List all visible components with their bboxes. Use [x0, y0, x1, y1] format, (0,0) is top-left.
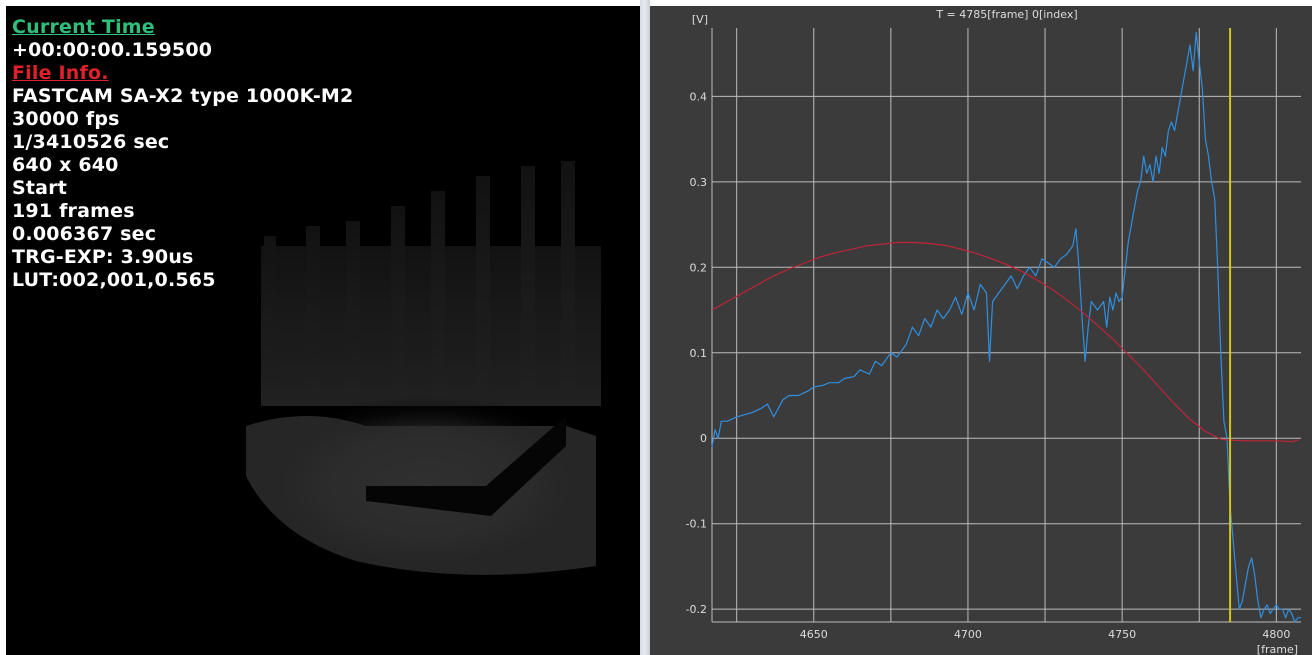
series-line-1 [711, 241, 1299, 443]
y-tick-label-1: -0.1 [686, 518, 707, 531]
y-tick-label-3: 0.1 [690, 347, 708, 360]
x-tick-label-3: 4800 [1262, 628, 1290, 641]
resolution: 640 x 640 [12, 154, 119, 176]
duration: 0.006367 sec [12, 223, 157, 245]
waveform-graph[interactable]: T = 4785[frame] 0[index] [V] [frame] 465… [650, 6, 1312, 655]
series-layer [711, 31, 1301, 623]
y-tick-label-4: 0.2 [690, 261, 708, 274]
y-tick-label-6: 0.4 [690, 90, 708, 103]
file-info-overlay: Current Time +00:00:00.159500 File Info.… [12, 16, 353, 292]
x-tick-label-0: 4650 [800, 628, 828, 641]
current-time-label: Current Time [12, 16, 155, 38]
waveform-chart[interactable]: T = 4785[frame] 0[index] [V] [frame] 465… [650, 6, 1312, 655]
frame-count: 191 frames [12, 200, 135, 222]
frame-rate: 30000 fps [12, 108, 120, 130]
grid-layer [711, 28, 1301, 623]
graph-header: T = 4785[frame] 0[index] [935, 8, 1077, 21]
y-unit-label: [V] [692, 13, 708, 26]
x-tick-label-2: 4750 [1108, 628, 1136, 641]
current-time-value: +00:00:00.159500 [12, 39, 213, 61]
camera-model: FASTCAM SA-X2 type 1000K-M2 [12, 85, 354, 107]
series-line-0 [711, 31, 1301, 623]
x-unit-label: [frame] [1257, 643, 1298, 655]
trigger-exposure: TRG-EXP: 3.90us [12, 246, 194, 268]
file-info-label: File Info. [12, 62, 109, 84]
y-tick-label-5: 0.3 [690, 176, 708, 189]
trigger-mode: Start [12, 177, 68, 199]
shutter-speed: 1/3410526 sec [12, 131, 170, 153]
y-tick-label-2: 0 [700, 432, 707, 445]
panel-splitter[interactable] [640, 0, 650, 655]
x-tick-label-1: 4700 [954, 628, 982, 641]
video-preview: Current Time +00:00:00.159500 File Info.… [6, 6, 640, 655]
lut-setting: LUT:002,001,0.565 [12, 269, 216, 291]
y-tick-label-0: -0.2 [686, 603, 707, 616]
